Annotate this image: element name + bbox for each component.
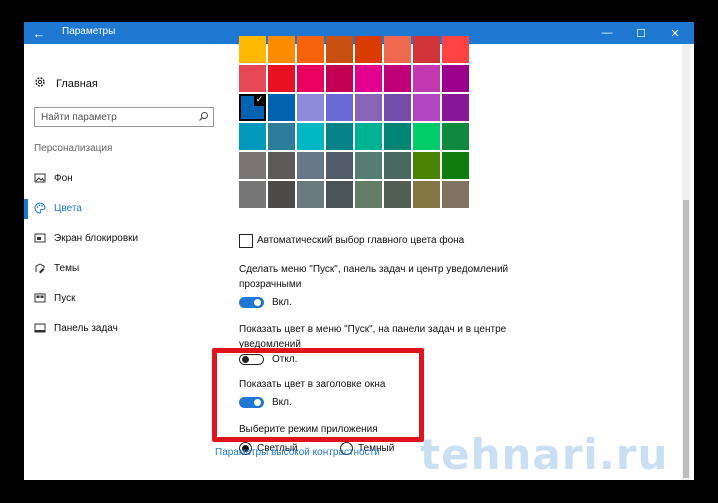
watermark-logo: tehnari.ru [420,430,669,479]
color-swatch[interactable] [442,123,469,150]
sidebar-item-label: Пуск [54,292,76,304]
themes-icon [34,262,46,274]
color-swatch[interactable] [239,152,266,179]
color-swatch[interactable] [384,36,411,63]
color-swatch[interactable] [384,65,411,92]
color-swatch[interactable] [355,123,382,150]
color-swatch[interactable] [326,36,353,63]
color-swatch[interactable] [326,94,353,121]
color-swatch[interactable] [442,36,469,63]
color-swatch[interactable] [326,152,353,179]
color-swatch[interactable] [268,65,295,92]
transparency-label: Сделать меню "Пуск", панель задач и цент… [239,264,509,290]
color-swatch[interactable] [384,152,411,179]
color-swatch[interactable] [355,94,382,121]
auto-color-label: Автоматический выбор главного цвета фона [257,235,465,246]
back-button[interactable]: ← [24,22,54,44]
sidebar-item-label: Панель задач [54,322,118,334]
color-swatch[interactable] [413,36,440,63]
color-swatch[interactable] [355,181,382,208]
sidebar-item-label: Темы [54,262,80,274]
color-swatch[interactable] [239,181,266,208]
color-swatch[interactable] [413,181,440,208]
maximize-button[interactable]: ☐ [624,22,658,44]
search-placeholder: Найти параметр [41,112,117,123]
color-swatch[interactable] [442,152,469,179]
home-label: Главная [56,77,98,90]
color-swatch[interactable] [384,94,411,121]
color-swatch[interactable] [355,36,382,63]
color-swatch[interactable] [442,94,469,121]
highlight-frame [212,348,424,442]
high-contrast-link[interactable]: Параметры высокой контрастности [215,447,380,458]
color-swatch[interactable]: ✓ [239,94,266,121]
color-swatch[interactable] [268,94,295,121]
color-swatch[interactable] [413,152,440,179]
transparency-toggle[interactable] [239,297,264,308]
color-swatch[interactable] [268,123,295,150]
color-swatch[interactable] [297,65,324,92]
sidebar-item-label: Фон [54,172,73,184]
sidebar-item-start[interactable]: Пуск [34,292,75,304]
close-button[interactable]: ✕ [658,22,692,44]
selected-check-icon: ✓ [254,95,265,106]
color-swatch[interactable] [297,94,324,121]
auto-color-checkbox[interactable] [239,234,253,248]
sidebar-item-colors[interactable]: Цвета [34,202,82,214]
color-swatch[interactable] [297,152,324,179]
minimize-button[interactable]: — [590,22,624,44]
color-swatch[interactable] [413,123,440,150]
color-swatch[interactable] [413,94,440,121]
sidebar-home[interactable]: Главная [34,76,98,91]
color-swatch[interactable] [239,65,266,92]
color-swatch[interactable] [442,65,469,92]
color-swatch[interactable] [326,181,353,208]
color-swatch[interactable] [413,65,440,92]
color-swatch[interactable] [297,123,324,150]
start-icon [34,292,46,304]
color-swatch[interactable] [442,181,469,208]
color-swatch[interactable] [326,65,353,92]
scrollbar-thumb[interactable] [683,200,689,478]
color-swatch[interactable] [355,65,382,92]
sidebar-item-taskbar[interactable]: Панель задач [34,322,118,334]
window-title: Параметры [62,26,116,37]
sidebar-item-lockscreen[interactable]: Экран блокировки [34,232,138,244]
section-heading: Персонализация [34,143,113,154]
color-swatch[interactable] [384,181,411,208]
color-swatch[interactable] [384,123,411,150]
lockscreen-icon [34,232,46,244]
color-swatch[interactable] [297,181,324,208]
color-swatch[interactable] [239,36,266,63]
color-swatch[interactable] [268,181,295,208]
color-swatch[interactable] [297,36,324,63]
image-icon [34,172,46,184]
color-swatch[interactable] [268,36,295,63]
search-icon[interactable] [198,111,209,125]
sidebar-item-background[interactable]: Фон [34,172,73,184]
sidebar-item-themes[interactable]: Темы [34,262,79,274]
gear-icon [34,76,56,91]
color-swatch[interactable] [326,123,353,150]
palette-icon [34,202,46,214]
taskbar-icon [34,322,46,334]
sidebar: Главная Найти параметр Персонализация Фо… [24,44,234,480]
color-swatch[interactable] [355,152,382,179]
color-swatch[interactable] [239,123,266,150]
sidebar-item-label: Цвета [54,202,82,214]
sidebar-item-label: Экран блокировки [54,232,139,244]
transparency-state: Вкл. [272,297,292,308]
search-input[interactable]: Найти параметр [34,107,214,127]
active-indicator [24,199,28,219]
color-swatch[interactable] [268,152,295,179]
